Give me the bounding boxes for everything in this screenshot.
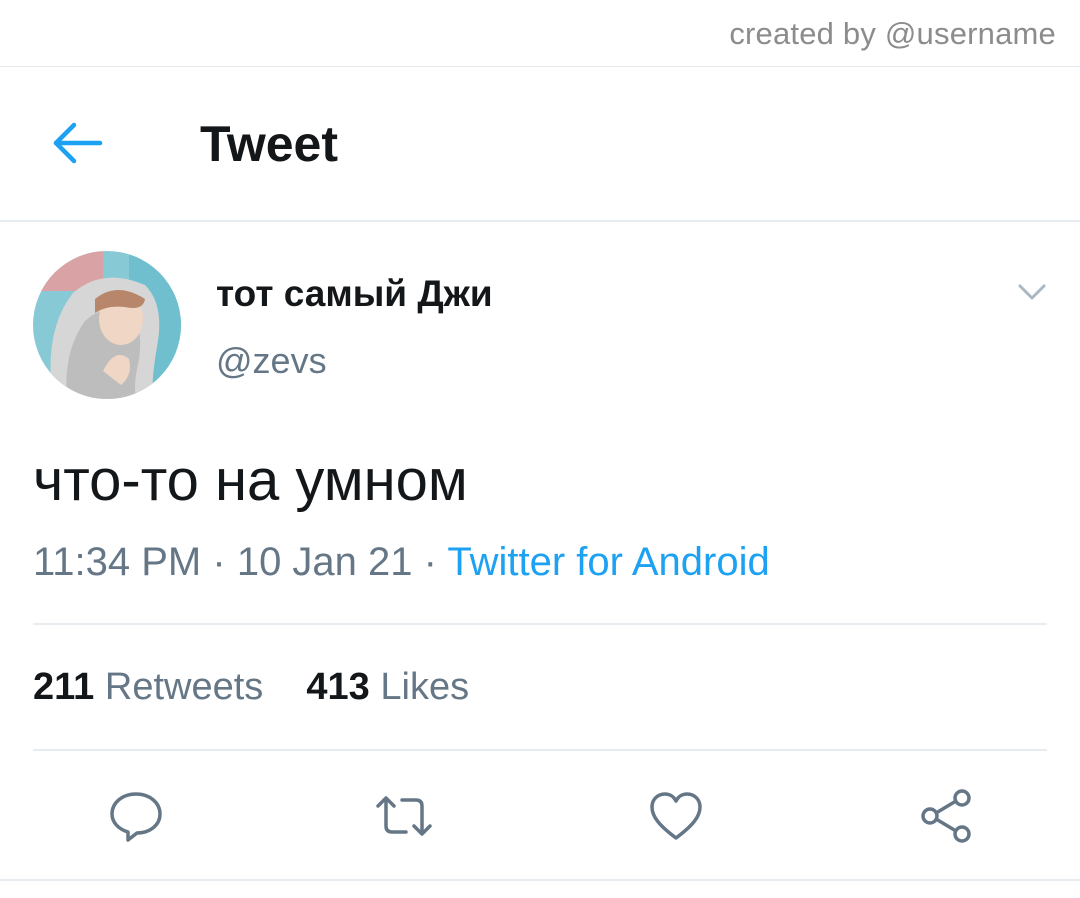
tweet-options-button[interactable]	[1012, 278, 1052, 308]
likes-stat[interactable]: 413 Likes	[306, 666, 469, 708]
share-icon	[921, 789, 971, 843]
like-button[interactable]	[646, 786, 706, 846]
page-title: Tweet	[200, 116, 338, 172]
retweet-icon	[376, 796, 432, 836]
likes-label: Likes	[380, 666, 470, 708]
header: Tweet	[0, 67, 1080, 222]
avatar-image	[33, 251, 181, 399]
tweet-time: 11:34 PM	[33, 540, 202, 584]
tweet-date: 10 Jan 21	[236, 540, 413, 584]
user-handle[interactable]: @zevs	[216, 340, 327, 382]
retweet-button[interactable]	[374, 786, 434, 846]
display-name[interactable]: тот самый Джи	[216, 273, 493, 315]
tweet-source-link[interactable]: Twitter for Android	[447, 540, 769, 584]
watermark-text: created by @username	[729, 16, 1056, 51]
back-button[interactable]	[46, 117, 106, 169]
share-button[interactable]	[916, 786, 976, 846]
tweet-meta: 11:34 PM · 10 Jan 21 · Twitter for Andro…	[33, 540, 770, 585]
retweets-stat[interactable]: 211 Retweets	[33, 666, 274, 708]
bottom-divider	[0, 879, 1080, 881]
likes-count: 413	[306, 666, 370, 708]
avatar[interactable]	[33, 251, 181, 399]
arrow-left-icon	[53, 122, 103, 164]
tweet-text: что-то на умном	[33, 448, 468, 513]
chevron-down-icon	[1018, 284, 1046, 300]
tweet-stats: 211 Retweets 413 Likes	[33, 666, 469, 709]
watermark-bar: created by @username	[0, 0, 1080, 67]
retweets-count: 211	[33, 666, 95, 708]
heart-icon	[650, 792, 702, 840]
retweets-label: Retweets	[104, 666, 264, 708]
divider	[33, 623, 1047, 625]
divider	[33, 749, 1047, 751]
reply-button[interactable]	[106, 786, 166, 846]
meta-separator: ·	[212, 540, 226, 584]
reply-icon	[110, 792, 162, 842]
meta-separator: ·	[423, 540, 437, 584]
